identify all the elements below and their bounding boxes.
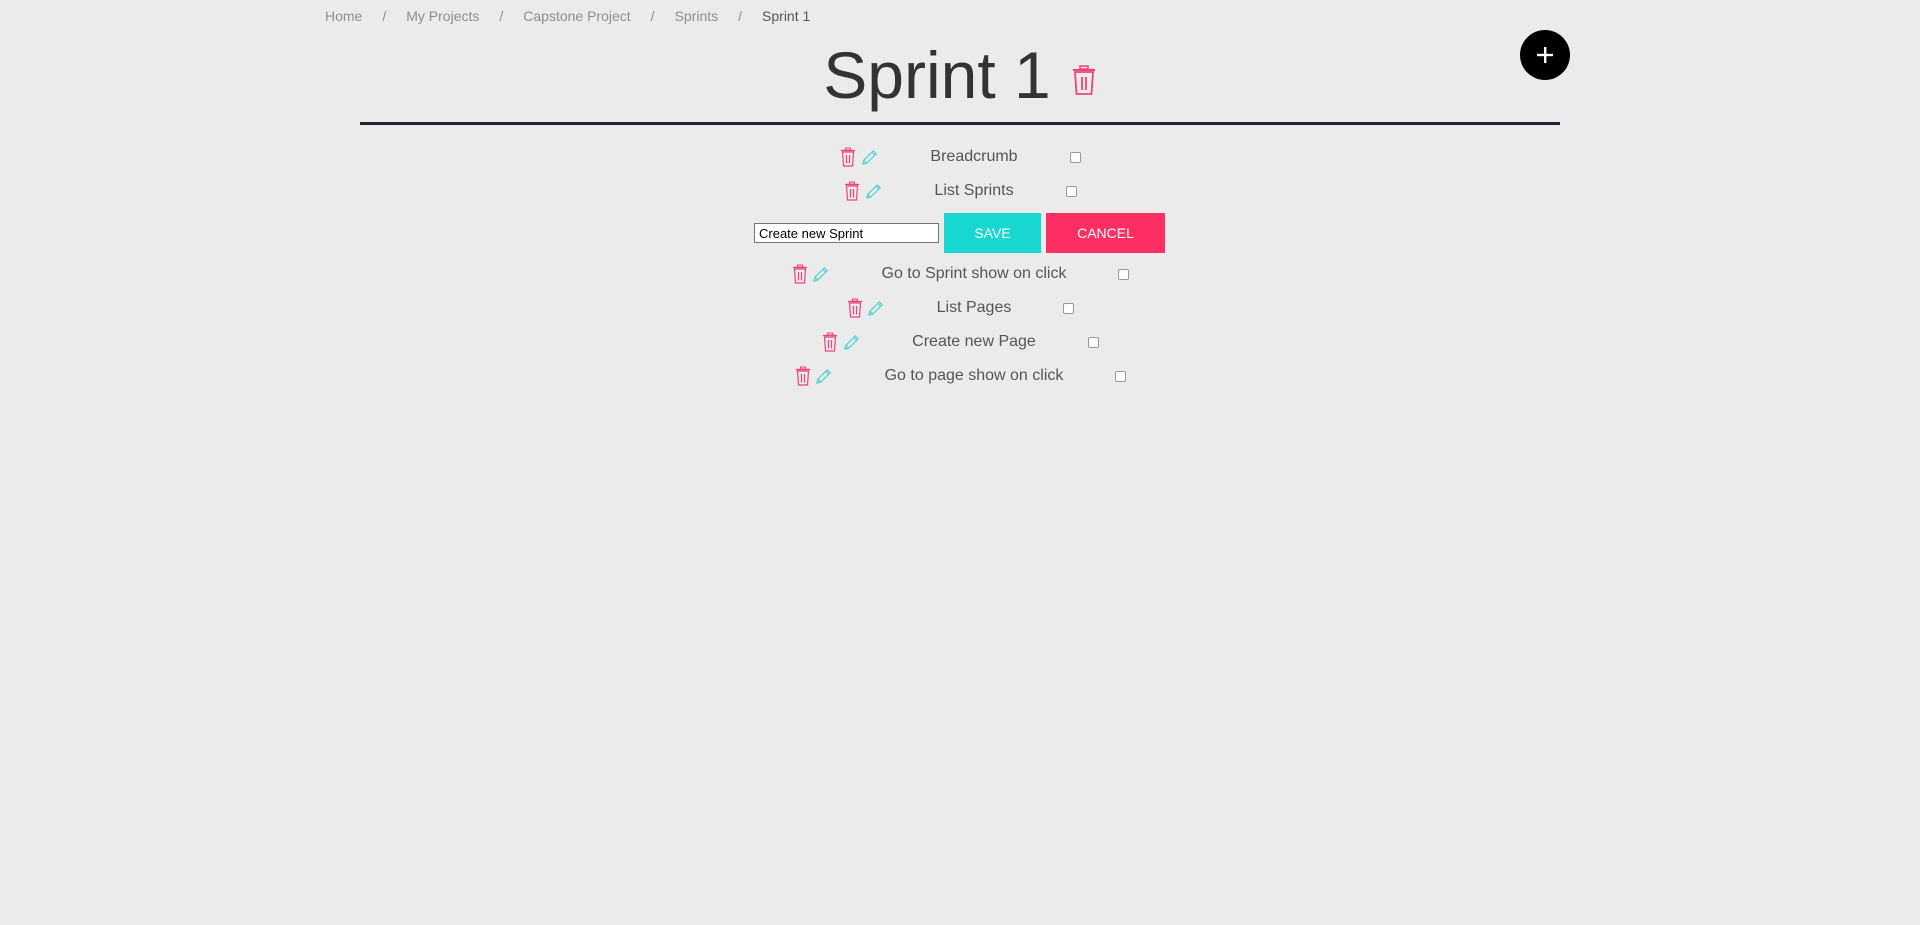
task-item: List Pages xyxy=(846,298,1075,318)
edit-task-pencil-icon[interactable] xyxy=(860,147,878,167)
task-name-input[interactable] xyxy=(754,223,939,243)
edit-task-pencil-icon[interactable] xyxy=(864,181,882,201)
breadcrumb: Home / My Projects / Capstone Project / … xyxy=(325,8,810,24)
task-row: Go to page show on click xyxy=(0,364,1920,388)
task-item: Breadcrumb xyxy=(839,147,1081,167)
task-row: Breadcrumb xyxy=(0,145,1920,169)
task-label: Create new Page xyxy=(912,333,1036,350)
task-label: List Pages xyxy=(936,299,1012,316)
task-checkbox[interactable] xyxy=(1115,370,1127,382)
edit-task-form: SAVE CANCEL xyxy=(754,213,1165,253)
edit-task-pencil-icon[interactable] xyxy=(812,264,830,284)
save-button[interactable]: SAVE xyxy=(944,213,1041,253)
edit-task-pencil-icon[interactable] xyxy=(842,332,860,352)
breadcrumb-current: Sprint 1 xyxy=(762,8,811,24)
delete-task-trash-icon[interactable] xyxy=(791,264,809,284)
cancel-button[interactable]: CANCEL xyxy=(1046,213,1165,253)
task-label: Go to Sprint show on click xyxy=(881,265,1067,282)
task-row: List Pages xyxy=(0,296,1920,320)
task-row: Go to Sprint show on click xyxy=(0,262,1920,286)
task-item: Go to page show on click xyxy=(794,366,1127,386)
delete-task-trash-icon[interactable] xyxy=(839,147,857,167)
breadcrumb-separator: / xyxy=(650,8,655,24)
breadcrumb-capstone-project[interactable]: Capstone Project xyxy=(523,8,630,24)
task-item: List Sprints xyxy=(843,181,1077,201)
breadcrumb-my-projects[interactable]: My Projects xyxy=(406,8,479,24)
task-checkbox[interactable] xyxy=(1069,151,1081,163)
delete-sprint-trash-icon[interactable] xyxy=(1071,65,1097,95)
breadcrumb-home[interactable]: Home xyxy=(325,8,362,24)
delete-task-trash-icon[interactable] xyxy=(846,298,864,318)
task-item: Create new Page xyxy=(821,332,1099,352)
edit-task-pencil-icon[interactable] xyxy=(867,298,885,318)
title-bar: Sprint 1 xyxy=(0,36,1920,114)
delete-task-trash-icon[interactable] xyxy=(794,366,812,386)
edit-task-pencil-icon[interactable] xyxy=(815,366,833,386)
page: Home / My Projects / Capstone Project / … xyxy=(0,0,1920,925)
page-title: Sprint 1 xyxy=(823,38,1051,112)
task-label: List Sprints xyxy=(934,182,1014,199)
task-checkbox[interactable] xyxy=(1063,302,1075,314)
breadcrumb-separator: / xyxy=(499,8,504,24)
task-label: Breadcrumb xyxy=(930,148,1018,165)
task-row: Create new Page xyxy=(0,330,1920,354)
delete-task-trash-icon[interactable] xyxy=(843,181,861,201)
task-row: List Sprints xyxy=(0,179,1920,203)
task-item: Go to Sprint show on click xyxy=(791,264,1130,284)
delete-task-trash-icon[interactable] xyxy=(821,332,839,352)
task-checkbox[interactable] xyxy=(1118,268,1130,280)
breadcrumb-separator: / xyxy=(738,8,743,24)
task-label: Go to page show on click xyxy=(884,367,1064,384)
breadcrumb-sprints[interactable]: Sprints xyxy=(675,8,719,24)
title-divider xyxy=(360,122,1560,125)
task-checkbox[interactable] xyxy=(1087,336,1099,348)
breadcrumb-separator: / xyxy=(382,8,387,24)
task-checkbox[interactable] xyxy=(1065,185,1077,197)
